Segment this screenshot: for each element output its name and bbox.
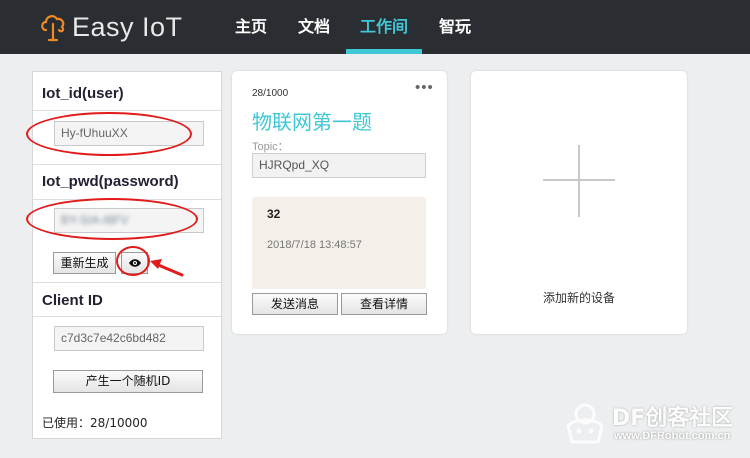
last-message-value: 32 <box>267 207 281 221</box>
iot-pwd-label: Iot_pwd(password) <box>42 173 179 190</box>
annotation-circle-id <box>26 112 192 156</box>
last-message-box: 32 2018/7/18 13:48:57 <box>252 197 426 289</box>
regenerate-button[interactable]: 重新生成 <box>53 252 116 274</box>
watermark-url: www.DFRobot.com.cn <box>614 430 731 442</box>
logo[interactable]: Easy IoT <box>40 12 183 42</box>
last-message-time: 2018/7/18 13:48:57 <box>267 239 362 251</box>
add-device-card[interactable]: 添加新的设备 <box>471 71 687 334</box>
more-options-icon[interactable]: ••• <box>415 79 434 96</box>
topic-label: Topic： <box>252 141 289 153</box>
client-id-label: Client ID <box>42 292 103 309</box>
message-count: 28/1000 <box>252 88 289 99</box>
add-device-label: 添加新的设备 <box>542 291 615 305</box>
top-navbar: Easy IoT 主页 文档 工作间 智玩 <box>0 0 750 54</box>
annotation-circle-pwd <box>26 198 198 240</box>
view-details-button[interactable]: 查看详情 <box>341 293 427 315</box>
logo-text: Easy IoT <box>72 11 183 42</box>
generate-random-id-button[interactable]: 产生一个随机ID <box>53 370 203 393</box>
nav-workspace[interactable]: 工作间 <box>346 0 422 54</box>
divider <box>33 316 221 317</box>
iot-id-label: Iot_id(user) <box>42 85 124 102</box>
send-message-button[interactable]: 发送消息 <box>252 293 338 315</box>
topic-field[interactable]: HJRQpd_XQ <box>252 153 426 178</box>
watermark-text: DF创客社区 <box>612 406 734 431</box>
divider <box>33 110 221 111</box>
nav-home[interactable]: 主页 <box>222 0 280 54</box>
client-id-field[interactable]: c7d3c7e42c6bd482 <box>54 326 204 351</box>
robot-logo-icon <box>566 403 604 444</box>
nav-docs[interactable]: 文档 <box>285 0 343 54</box>
watermark: DF创客社区 www.DFRobot.com.cn <box>560 400 745 452</box>
device-title[interactable]: 物联网第一题 <box>252 106 372 135</box>
nav-smart-play[interactable]: 智玩 <box>426 0 484 54</box>
nav-active-indicator <box>346 49 422 54</box>
divider <box>33 282 221 283</box>
annotation-circle-eye <box>116 246 150 276</box>
device-card: 28/1000 ••• 物联网第一题 Topic： HJRQpd_XQ 32 2… <box>232 71 447 334</box>
annotation-arrow-icon <box>150 259 184 277</box>
usage-text: 已使用：28/10000 <box>42 416 148 430</box>
divider <box>33 164 221 165</box>
cloud-logo-icon <box>41 15 65 42</box>
